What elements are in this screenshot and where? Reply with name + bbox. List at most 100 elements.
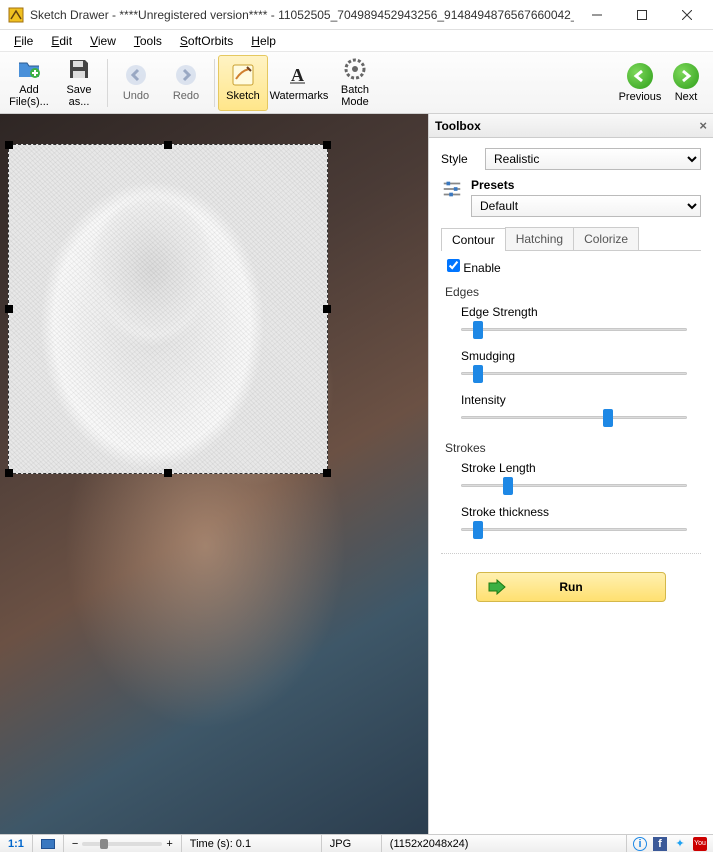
edges-group: Edges Edge Strength Smudging Intensity [445,285,697,427]
redo-label: Redo [173,90,199,102]
toolbox-panel: Toolbox × Style Realistic Presets Defaul… [428,114,713,834]
watermarks-button[interactable]: A Watermarks [268,55,330,111]
intensity-label: Intensity [461,393,697,407]
save-icon [67,57,91,81]
resize-handle-w[interactable] [5,305,13,313]
svg-text:A: A [291,65,304,85]
window-title: Sketch Drawer - ****Unregistered version… [30,8,574,22]
enable-checkbox-wrap[interactable]: Enable [447,261,501,275]
format-status: JPG [322,835,382,852]
resize-handle-ne[interactable] [323,141,331,149]
close-button[interactable] [664,1,709,29]
menu-file[interactable]: File [6,32,41,50]
resize-handle-n[interactable] [164,141,172,149]
toolbox-tabs: Contour Hatching Colorize [441,227,701,251]
maximize-button[interactable] [619,1,664,29]
zoom-ratio[interactable]: 1:1 [0,835,33,852]
run-button[interactable]: Run [476,572,666,602]
minimize-button[interactable] [574,1,619,29]
run-arrow-icon [487,579,507,595]
stroke-length-slider[interactable] [461,477,697,495]
next-button[interactable]: Next [663,63,709,103]
add-folder-icon [17,57,41,81]
redo-button[interactable]: Redo [161,55,211,111]
strokes-title: Strokes [445,441,697,455]
app-icon [8,7,24,23]
screen-icon [41,839,55,849]
menu-softorbits[interactable]: SoftOrbits [172,32,241,50]
save-as-label: Save as... [55,84,103,108]
sketch-icon [231,63,255,87]
style-label: Style [441,152,477,166]
watermarks-label: Watermarks [270,90,329,102]
resize-handle-nw[interactable] [5,141,13,149]
tab-contour[interactable]: Contour [441,228,506,251]
workspace: Toolbox × Style Realistic Presets Defaul… [0,114,713,834]
toolbar: Add File(s)... Save as... Undo Redo Sket… [0,52,713,114]
resize-handle-sw[interactable] [5,469,13,477]
batch-mode-label: Batch Mode [331,84,379,108]
facebook-icon[interactable]: f [653,837,667,851]
undo-button[interactable]: Undo [111,55,161,111]
undo-icon [124,63,148,87]
canvas-area[interactable] [0,114,428,834]
zoom-slider-cell: − + [64,835,182,852]
sketch-preview-selection[interactable] [8,144,328,474]
previous-arrow-icon [627,63,653,89]
info-icon[interactable]: i [633,837,647,851]
strokes-group: Strokes Stroke Length Stroke thickness [445,441,697,539]
resize-handle-s[interactable] [164,469,172,477]
smudging-label: Smudging [461,349,697,363]
run-label: Run [559,580,582,594]
intensity-slider[interactable] [461,409,697,427]
edge-strength-label: Edge Strength [461,305,697,319]
zoom-slider[interactable] [82,842,162,846]
menu-view[interactable]: View [82,32,124,50]
stroke-thickness-label: Stroke thickness [461,505,697,519]
preset-select[interactable]: Default [471,195,701,217]
next-label: Next [675,91,698,103]
tab-hatching[interactable]: Hatching [505,227,574,250]
stroke-thickness-slider[interactable] [461,521,697,539]
sketch-button[interactable]: Sketch [218,55,268,111]
resize-handle-se[interactable] [323,469,331,477]
previous-button[interactable]: Previous [617,63,663,103]
toolbox-header: Toolbox × [429,114,713,138]
tab-colorize[interactable]: Colorize [573,227,639,250]
add-files-button[interactable]: Add File(s)... [4,55,54,111]
dimensions-status: (1152x2048x24) [382,835,627,852]
twitter-icon[interactable]: ✦ [673,837,687,851]
watermark-icon: A [287,63,311,87]
presets-icon [441,178,463,200]
edge-strength-slider[interactable] [461,321,697,339]
menubar: File Edit View Tools SoftOrbits Help [0,30,713,52]
menu-edit[interactable]: Edit [43,32,80,50]
redo-icon [174,63,198,87]
statusbar: 1:1 − + Time (s): 0.1 JPG (1152x2048x24)… [0,834,713,852]
add-files-label: Add File(s)... [5,84,53,108]
save-as-button[interactable]: Save as... [54,55,104,111]
enable-checkbox[interactable] [447,259,460,272]
batch-mode-button[interactable]: Batch Mode [330,55,380,111]
toolbox-close-button[interactable]: × [699,118,707,133]
fit-screen-button[interactable] [33,835,64,852]
zoom-in-button[interactable]: + [166,838,172,850]
edges-title: Edges [445,285,697,299]
next-arrow-icon [673,63,699,89]
titlebar: Sketch Drawer - ****Unregistered version… [0,0,713,30]
time-status: Time (s): 0.1 [182,835,322,852]
gear-icon [343,57,367,81]
social-icons: i f ✦ You [627,837,713,851]
toolbox-title: Toolbox [435,119,481,133]
sketch-label: Sketch [226,90,260,102]
previous-label: Previous [619,91,662,103]
stroke-length-label: Stroke Length [461,461,697,475]
style-select[interactable]: Realistic [485,148,701,170]
resize-handle-e[interactable] [323,305,331,313]
menu-tools[interactable]: Tools [126,32,170,50]
smudging-slider[interactable] [461,365,697,383]
enable-label: Enable [463,261,500,275]
menu-help[interactable]: Help [243,32,284,50]
zoom-out-button[interactable]: − [72,838,78,850]
youtube-icon[interactable]: You [693,837,707,851]
